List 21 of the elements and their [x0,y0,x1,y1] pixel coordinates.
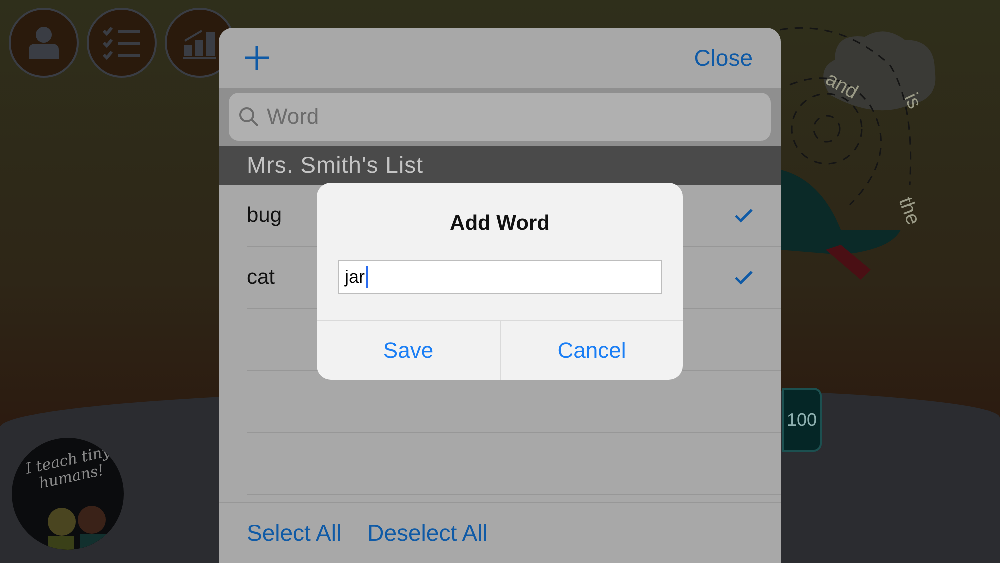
text-cursor [366,266,368,288]
footer-button[interactable]: Deselect All [368,520,488,546]
dialog-button[interactable]: Cancel [500,321,683,380]
close-button[interactable]: Close [694,44,753,72]
dialog-button[interactable]: Save [317,321,500,380]
path-word: and [821,68,862,105]
footer-button[interactable]: Select All [247,520,342,546]
search-field[interactable]: Word [229,93,771,141]
search-icon [239,107,259,127]
path-word: is [898,90,926,113]
search-placeholder: Word [267,104,320,130]
plus-icon[interactable] [245,46,269,70]
word-text: cat [247,266,276,290]
sign: 100 [782,388,822,452]
dialog-title: Add Word [449,212,551,236]
input-field[interactable]: jar [338,260,662,294]
word-text: bug [247,204,282,228]
path-word: the [893,194,924,228]
checklist-icon [102,26,142,60]
person-icon [28,26,60,60]
section-header: Mrs. Smith's List [219,146,781,185]
